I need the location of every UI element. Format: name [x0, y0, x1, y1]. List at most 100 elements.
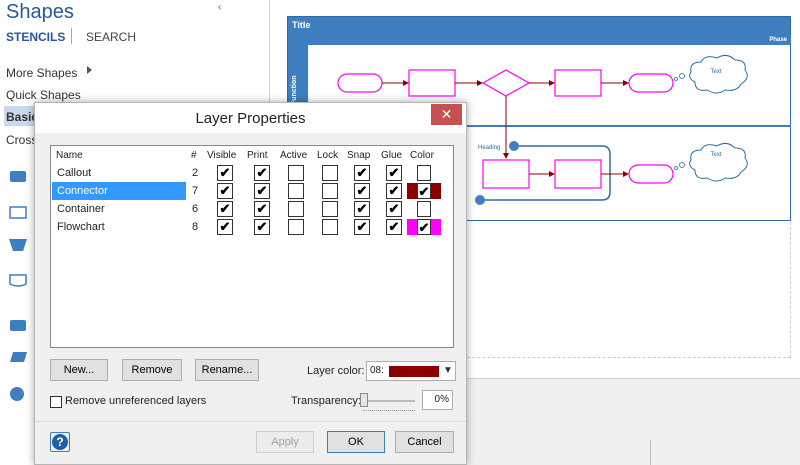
- rename-layer-button[interactable]: Rename...: [195, 359, 259, 381]
- transparency-input[interactable]: 0%: [422, 390, 453, 410]
- layer-table[interactable]: Name # Visible Print Active Lock Snap Gl…: [50, 145, 454, 348]
- terminator-shape: [628, 73, 674, 93]
- glue-checkbox[interactable]: ✔: [386, 219, 402, 235]
- cloud-text: Text: [710, 69, 721, 75]
- column-header-lock[interactable]: Lock: [317, 150, 338, 161]
- print-checkbox[interactable]: ✔: [254, 201, 270, 217]
- process-shape: [408, 69, 456, 97]
- cross-stencil-item[interactable]: Cross: [6, 133, 37, 147]
- more-shapes-item[interactable]: More Shapes: [6, 66, 77, 80]
- layer-color-label: Layer color:: [307, 365, 365, 377]
- tab-search[interactable]: SEARCH: [86, 30, 136, 44]
- cloud-text: Text: [710, 152, 721, 158]
- column-header-active[interactable]: Active: [280, 150, 307, 161]
- decision-shape: [481, 69, 531, 97]
- layer-properties-dialog: Layer Properties ✕ Name # Visible Print …: [34, 102, 467, 465]
- table-row[interactable]: Flowchart 8 ✔ ✔ ✔ ✔ ✔: [52, 218, 452, 236]
- help-button[interactable]: ?: [50, 432, 70, 452]
- cancel-button[interactable]: Cancel: [395, 431, 454, 453]
- snap-checkbox[interactable]: ✔: [354, 201, 370, 217]
- table-row[interactable]: Callout 2 ✔ ✔ ✔ ✔: [52, 164, 452, 182]
- process-shape: [554, 69, 602, 97]
- snap-checkbox[interactable]: ✔: [354, 219, 370, 235]
- column-header-color[interactable]: Color: [410, 150, 434, 161]
- table-row[interactable]: Connector 7 ✔ ✔ ✔ ✔ ✔: [52, 182, 452, 200]
- process-shape: [554, 159, 602, 189]
- lock-checkbox[interactable]: [322, 201, 338, 217]
- divider: [35, 421, 466, 422]
- connector-endpoint: [475, 195, 485, 205]
- lock-checkbox[interactable]: [322, 219, 338, 235]
- heading-label: Heading: [478, 145, 500, 151]
- callout-bubble: [674, 77, 678, 81]
- chevron-right-icon: [87, 66, 92, 74]
- dialog-titlebar[interactable]: Layer Properties ✕: [35, 103, 466, 133]
- snap-checkbox[interactable]: ✔: [354, 165, 370, 181]
- column-header-glue[interactable]: Glue: [381, 150, 402, 161]
- column-header-visible[interactable]: Visible: [207, 150, 236, 161]
- column-header-name[interactable]: Name: [56, 150, 83, 161]
- color-checkbox[interactable]: [417, 201, 431, 217]
- color-swatch[interactable]: ✔: [407, 219, 441, 235]
- transparency-slider-track[interactable]: [363, 400, 415, 402]
- glue-checkbox[interactable]: ✔: [386, 183, 402, 199]
- callout-bubble: [679, 73, 685, 79]
- chevron-down-icon: ▼: [443, 365, 453, 376]
- layer-name[interactable]: Flowchart: [57, 221, 105, 233]
- column-header-snap[interactable]: Snap: [347, 150, 370, 161]
- color-swatch[interactable]: [407, 201, 441, 217]
- layer-name[interactable]: Container: [57, 203, 105, 215]
- layer-name[interactable]: Connector: [57, 185, 108, 197]
- terminator-shape: [628, 164, 674, 184]
- page-edge: [650, 440, 651, 465]
- slider-ticks: [363, 410, 415, 412]
- remove-layer-button[interactable]: Remove: [122, 359, 182, 381]
- callout-bubble: [679, 162, 685, 168]
- layer-color-code: 08:: [370, 365, 384, 376]
- lock-checkbox[interactable]: [322, 165, 338, 181]
- snap-checkbox[interactable]: ✔: [354, 183, 370, 199]
- remove-unreferenced-label: Remove unreferenced layers: [65, 395, 207, 407]
- new-layer-button[interactable]: New...: [50, 359, 108, 381]
- color-checkbox[interactable]: ✔: [417, 183, 431, 199]
- layer-count: 8: [192, 221, 199, 233]
- layer-name[interactable]: Callout: [57, 167, 91, 179]
- active-checkbox[interactable]: [288, 219, 304, 235]
- collapse-pane-icon[interactable]: ‹: [218, 2, 221, 13]
- visible-checkbox[interactable]: ✔: [217, 201, 233, 217]
- print-checkbox[interactable]: ✔: [254, 183, 270, 199]
- remove-unreferenced-checkbox[interactable]: [50, 396, 62, 408]
- color-swatch[interactable]: [407, 165, 441, 181]
- glue-checkbox[interactable]: ✔: [386, 201, 402, 217]
- connector-endpoint: [509, 141, 519, 151]
- lock-checkbox[interactable]: [322, 183, 338, 199]
- visible-checkbox[interactable]: ✔: [217, 219, 233, 235]
- transparency-slider-thumb[interactable]: [360, 393, 368, 407]
- stencil-shape-icons[interactable]: [8, 168, 30, 408]
- process-shape: [482, 159, 530, 189]
- print-checkbox[interactable]: ✔: [254, 165, 270, 181]
- tab-stencils[interactable]: STENCILS: [6, 30, 65, 44]
- layer-count: 7: [192, 185, 199, 197]
- glue-checkbox[interactable]: ✔: [386, 165, 402, 181]
- ok-button[interactable]: OK: [327, 431, 385, 453]
- column-header-count[interactable]: #: [191, 150, 197, 161]
- color-checkbox[interactable]: [417, 165, 431, 181]
- tab-separator: [71, 28, 72, 44]
- close-icon[interactable]: ✕: [431, 104, 462, 125]
- apply-button[interactable]: Apply: [256, 431, 314, 453]
- dialog-title: Layer Properties: [195, 110, 306, 127]
- color-swatch[interactable]: ✔: [407, 183, 441, 199]
- column-header-print[interactable]: Print: [247, 150, 268, 161]
- table-row[interactable]: Container 6 ✔ ✔ ✔ ✔: [52, 200, 452, 218]
- quick-shapes-item[interactable]: Quick Shapes: [6, 88, 81, 102]
- active-checkbox[interactable]: [288, 165, 304, 181]
- layer-color-dropdown[interactable]: 08: ▼: [366, 361, 456, 381]
- active-checkbox[interactable]: [288, 201, 304, 217]
- visible-checkbox[interactable]: ✔: [217, 183, 233, 199]
- color-checkbox[interactable]: ✔: [417, 219, 431, 235]
- layer-color-swatch: [389, 366, 439, 377]
- print-checkbox[interactable]: ✔: [254, 219, 270, 235]
- active-checkbox[interactable]: [288, 183, 304, 199]
- visible-checkbox[interactable]: ✔: [217, 165, 233, 181]
